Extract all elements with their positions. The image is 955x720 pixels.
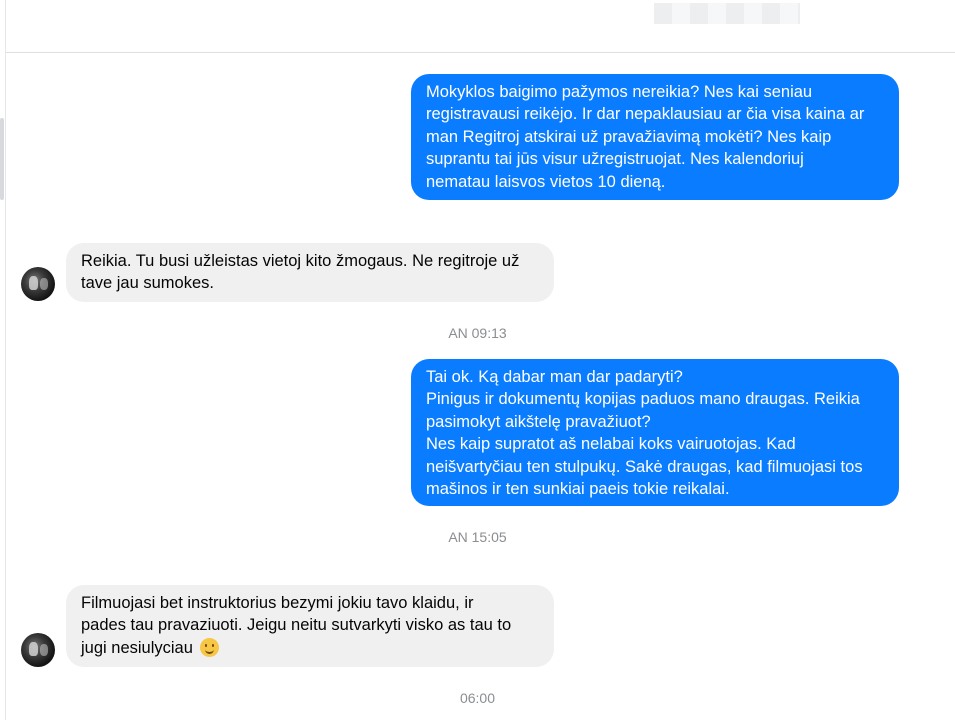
message-timestamp: AN 15:05 — [448, 529, 507, 545]
message-timestamp: AN 09:13 — [448, 325, 507, 341]
message-timestamp: 06:00 — [459, 690, 496, 706]
message-bubble-incoming[interactable]: Filmuojasi bet instruktorius bezymi joki… — [66, 585, 554, 667]
contact-avatar[interactable] — [21, 267, 55, 301]
conversation-header — [6, 0, 955, 53]
contact-avatar[interactable] — [21, 633, 55, 667]
smiling-face-emoji-icon — [199, 637, 219, 657]
left-divider — [5, 0, 6, 720]
blurred-contact-name — [654, 3, 800, 24]
message-bubble-outgoing[interactable]: Tai ok. Ką dabar man dar padaryti? Pinig… — [411, 359, 899, 506]
scrollbar-thumb[interactable] — [0, 118, 4, 200]
message-bubble-outgoing[interactable]: Mokyklos baigimo pažymos nereikia? Nes k… — [411, 74, 899, 200]
message-bubble-incoming[interactable]: Reikia. Tu busi užleistas vietoj kito žm… — [66, 243, 554, 302]
message-text: Filmuojasi bet instruktorius bezymi joki… — [81, 594, 512, 657]
